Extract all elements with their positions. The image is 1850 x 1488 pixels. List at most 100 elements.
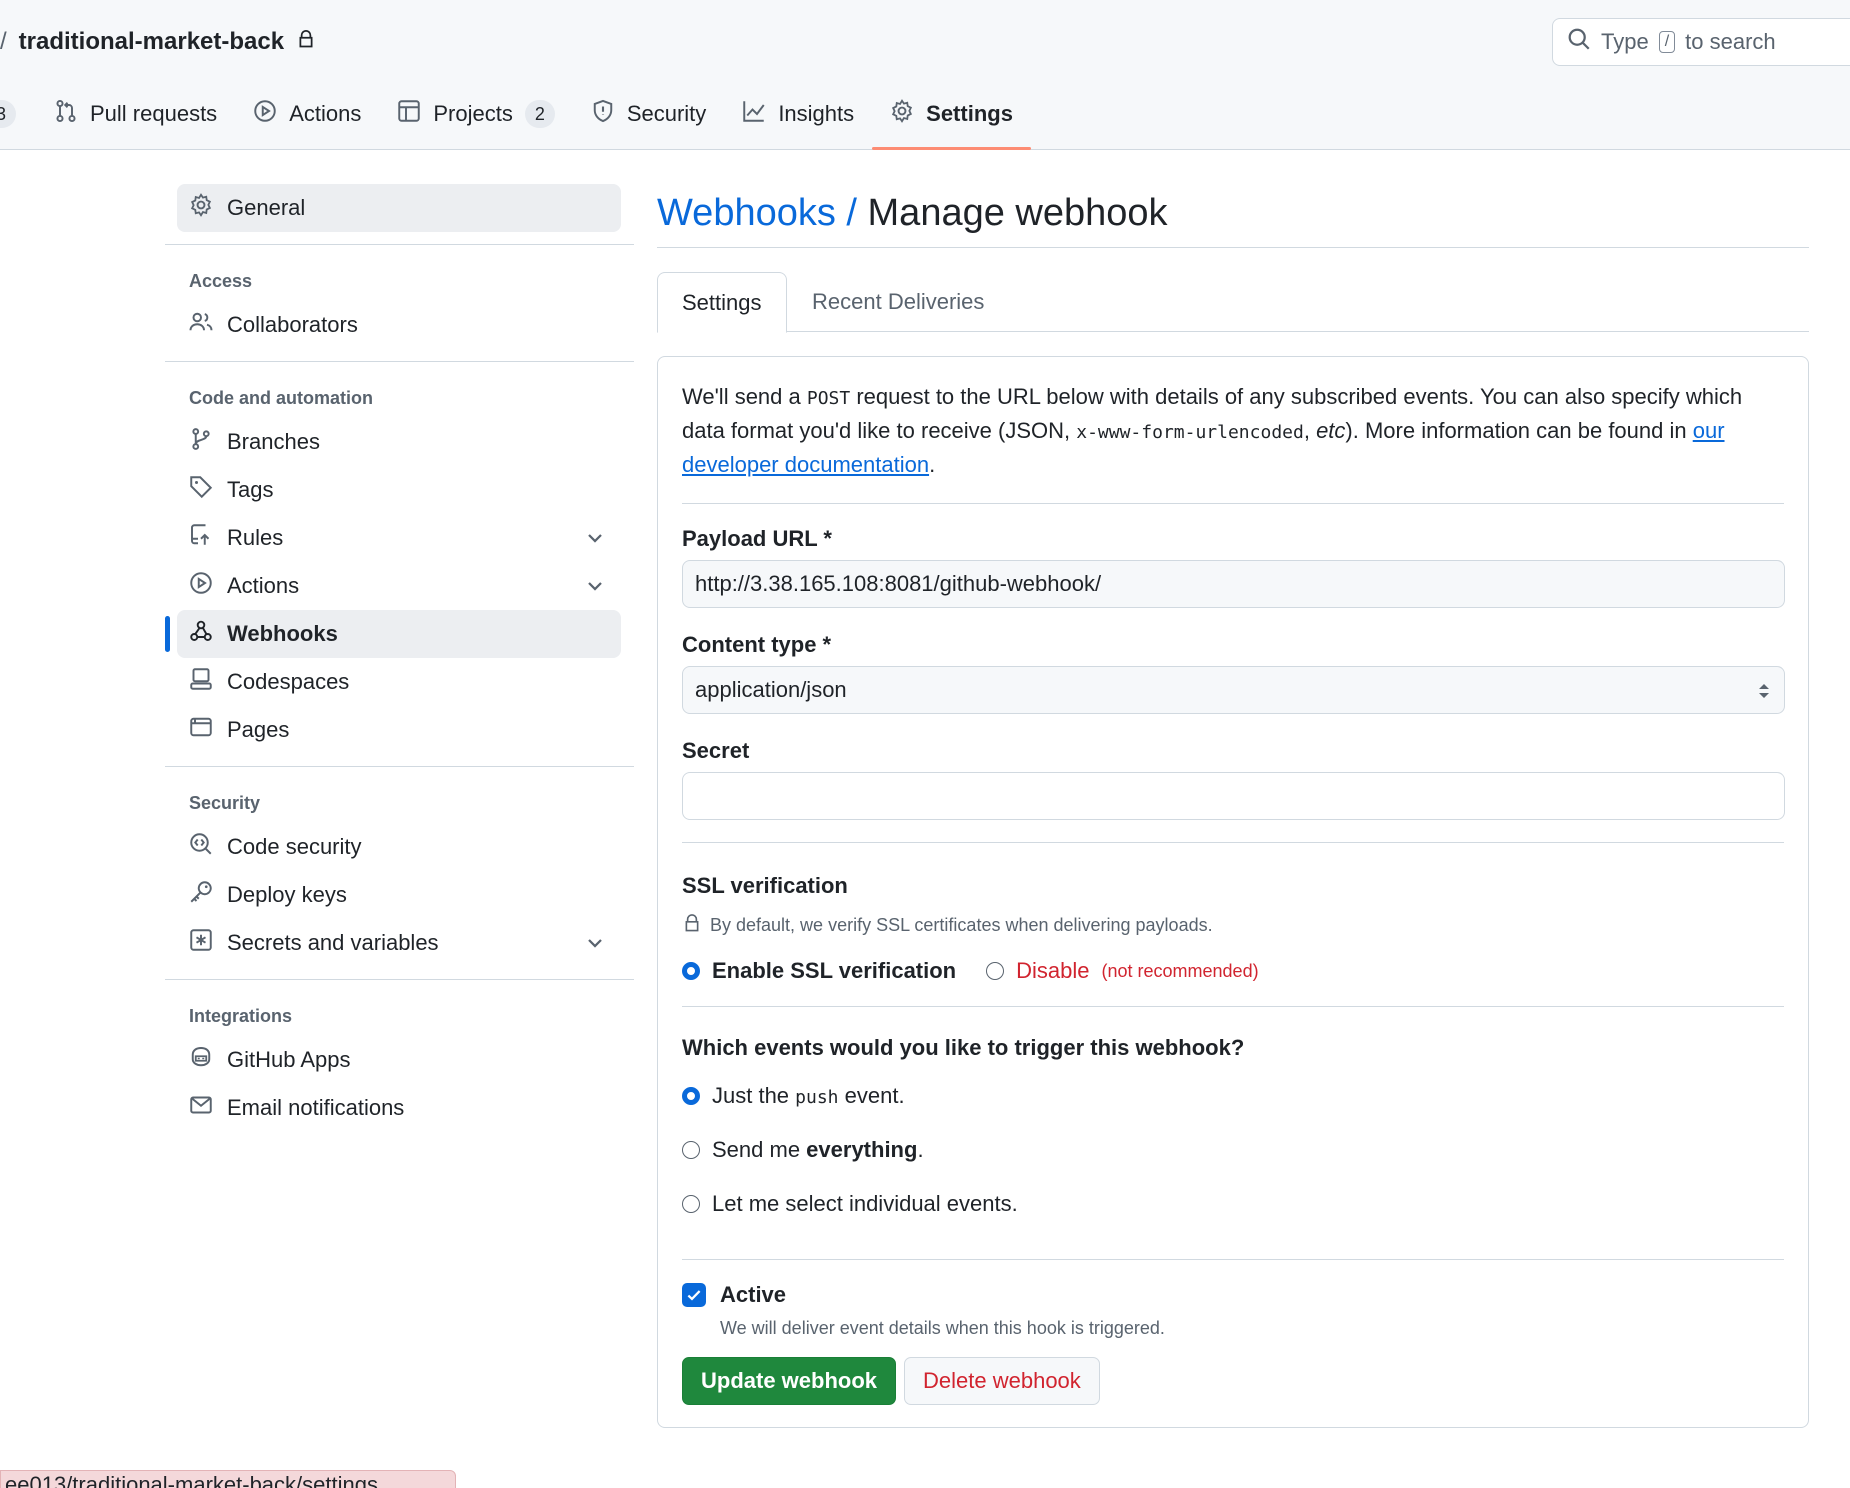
sidebar-heading-access: Access [189,271,253,291]
sidebar-divider [165,361,634,362]
sidebar-item-label: Tags [227,477,274,502]
repo-nav: 3 Pull requests Actions Projects 2 Secur… [0,90,1031,150]
ssl-options: Enable SSL verification Disable (not rec… [682,958,1784,984]
sidebar-item-general[interactable]: General [177,184,621,232]
content-type-select[interactable]: application/json [682,666,1785,714]
secret-input[interactable] [682,772,1785,820]
tab-recent-deliveries[interactable]: Recent Deliveries [788,272,1008,332]
sidebar-item-github-apps[interactable]: GitHub Apps [177,1036,621,1084]
pull-request-icon [54,99,78,129]
top-header: / traditional-market-back Type / to sear… [0,0,1850,150]
branch-icon [189,427,213,457]
divider [682,842,1784,843]
sidebar-heading-security: Security [189,793,261,813]
ssl-enable-radio[interactable] [682,962,700,980]
shield-icon [591,99,615,129]
webhook-tabs: Settings Recent Deliveries [657,272,1809,333]
key-icon [189,880,213,910]
intro-text-part: ). More information can be found in [1345,418,1693,443]
sidebar-item-actions[interactable]: Actions [177,562,621,610]
event-option-everything[interactable]: Send me everything. [682,1135,1784,1165]
tab-insights[interactable]: Insights [724,90,872,138]
intro-text-part: We'll send a [682,384,807,409]
tab-settings[interactable]: Settings [872,90,1031,150]
search-shortcut-key: / [1658,31,1676,53]
lock-icon [296,28,316,56]
sidebar-item-label: Code security [227,834,362,859]
tag-icon [189,475,213,505]
ssl-disable-option[interactable]: Disable (not recommended) [986,958,1259,984]
sidebar-item-label: General [227,195,306,220]
asterisk-box-icon [189,928,213,958]
projects-counter: 2 [524,100,555,128]
payload-url-group: Payload URL * http://3.38.165.108:8081/g… [682,526,1785,608]
webhooks-breadcrumb-link[interactable]: Webhooks / [657,192,857,234]
tab-settings-label: Settings [926,101,1013,126]
webhook-icon [189,619,213,649]
sidebar-item-collaborators[interactable]: Collaborators [177,301,621,349]
content-type-value: application/json [695,677,847,702]
update-webhook-button[interactable]: Update webhook [682,1357,897,1405]
repo-push-icon [189,523,213,553]
repo-name-link[interactable]: traditional-market-back [19,28,284,56]
chevron-down-icon[interactable] [583,931,607,955]
chevron-down-icon[interactable] [583,574,607,598]
event-push-label: Just the push event. [712,1083,905,1109]
tab-actions[interactable]: Actions [235,90,379,138]
active-option[interactable]: Active [682,1282,1784,1308]
tab-insights-label: Insights [778,101,855,126]
ssl-note: By default, we verify SSL certificates w… [682,913,1784,938]
tab-security[interactable]: Security [573,90,724,138]
sidebar-item-branches[interactable]: Branches [177,418,621,466]
gear-icon [189,193,213,223]
sidebar-item-rules[interactable]: Rules [177,514,621,562]
sidebar-divider [165,766,634,767]
tab-pull-requests[interactable]: Pull requests [36,90,235,138]
event-everything-radio[interactable] [682,1141,700,1159]
sidebar-item-label: Collaborators [227,312,358,337]
ssl-enable-option[interactable]: Enable SSL verification [682,958,956,984]
sidebar-item-codespaces[interactable]: Codespaces [177,658,621,706]
events-heading: Which events would you like to trigger t… [682,1035,1245,1060]
tab-settings[interactable]: Settings [657,272,787,333]
tab-actions-label: Actions [289,101,362,126]
active-checkbox[interactable] [682,1283,706,1307]
graph-icon [742,99,766,129]
sidebar-item-label: Email notifications [227,1095,405,1120]
intro-text-part: . [929,452,936,477]
event-individual-radio[interactable] [682,1195,700,1213]
sidebar-item-label: Branches [227,429,320,454]
event-option-individual[interactable]: Let me select individual events. [682,1189,1784,1219]
sidebar-item-code-security[interactable]: Code security [177,823,621,871]
sidebar-item-deploy-keys[interactable]: Deploy keys [177,871,621,919]
intro-etc: etc [1316,418,1346,443]
search-input[interactable]: Type / to search [1552,18,1850,66]
sidebar-item-tags[interactable]: Tags [177,466,621,514]
search-icon [1567,27,1591,57]
sidebar-item-email-notifications[interactable]: Email notifications [177,1084,621,1132]
sidebar-item-label: Webhooks [227,621,338,646]
event-everything-label: Send me everything. [712,1137,924,1163]
search-prefix: Type [1601,29,1649,54]
divider [682,1259,1784,1260]
copilot-icon [189,1045,213,1075]
chevron-down-icon[interactable] [583,526,607,550]
event-individual-label: Let me select individual events. [712,1191,1018,1216]
breadcrumb: / traditional-market-back [0,26,316,58]
payload-url-input[interactable]: http://3.38.165.108:8081/github-webhook/ [682,560,1785,608]
ssl-disable-radio[interactable] [986,962,1005,980]
tab-projects[interactable]: Projects 2 [379,90,572,138]
sidebar-item-webhooks[interactable]: Webhooks [165,610,621,658]
event-option-push[interactable]: Just the push event. [682,1081,1784,1111]
sidebar-item-secrets-variables[interactable]: Secrets and variables [177,919,621,967]
event-push-radio[interactable] [682,1087,700,1105]
breadcrumb-separator: / [0,28,7,55]
secret-group: Secret [682,738,1785,820]
label-part: . [917,1137,924,1162]
code-push: push [795,1087,839,1108]
delete-webhook-button[interactable]: Delete webhook [904,1357,1100,1405]
tab-pull-requests-label: Pull requests [90,101,218,126]
main-content: Webhooks / Manage webhook Settings Recen… [657,184,1809,1428]
events-section: Which events would you like to trigger t… [682,1029,1784,1219]
sidebar-item-pages[interactable]: Pages [177,706,621,754]
